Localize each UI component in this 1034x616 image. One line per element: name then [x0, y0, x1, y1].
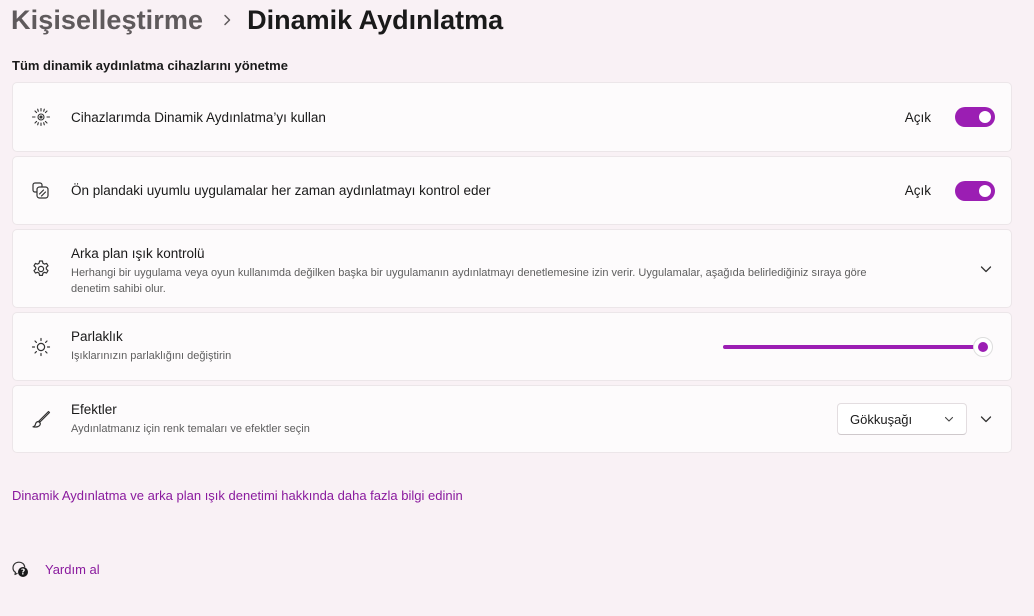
toggle-knob	[979, 111, 991, 123]
page-title: Dinamik Aydınlatma	[247, 4, 504, 35]
chevron-down-icon	[944, 416, 954, 422]
use-on-devices-toggle[interactable]	[955, 107, 995, 127]
setting-background-control[interactable]: Arka plan ışık kontrolü Herhangi bir uyg…	[12, 229, 1012, 308]
setting-description: Işıklarınızın parlaklığını değiştirin	[71, 350, 232, 362]
setting-title: Cihazlarımda Dinamik Aydınlatma’yı kulla…	[71, 109, 326, 125]
chevron-right-icon	[221, 14, 233, 26]
setting-description: Aydınlatmanız için renk temaları ve efek…	[71, 422, 310, 435]
help-link-row[interactable]: ? Yardım al	[11, 560, 100, 578]
dropdown-value: Gökkuşağı	[850, 411, 913, 427]
apps-overlap-icon	[30, 180, 52, 202]
lighting-icon	[30, 106, 52, 128]
help-link[interactable]: Yardım al	[45, 562, 100, 577]
desc-line: Herhangi bir uygulama veya oyun kullanım…	[71, 267, 867, 279]
breadcrumb-parent[interactable]: Kişiselleştirme	[11, 5, 203, 36]
gear-icon	[30, 258, 52, 280]
brightness-slider[interactable]	[723, 336, 993, 357]
setting-brightness: Parlaklık Işıklarınızın parlaklığını değ…	[12, 312, 1012, 381]
brush-icon	[30, 408, 52, 430]
svg-text:?: ?	[21, 568, 25, 577]
slider-track	[723, 344, 983, 349]
setting-title: Ön plandaki uyumlu uygulamalar her zaman…	[71, 183, 491, 198]
slider-thumb[interactable]	[973, 336, 993, 357]
toggle-knob	[979, 184, 991, 197]
desc-line: denetim sahibi olur.	[71, 283, 166, 295]
setting-description: Herhangi bir uygulama veya oyun kullanım…	[71, 265, 867, 297]
toggle-state-label: Açık	[904, 109, 931, 125]
foreground-apps-toggle[interactable]	[955, 180, 995, 201]
effects-dropdown[interactable]: Gökkuşağı	[837, 403, 967, 435]
settings-page: Kişiselleştirme Dinamik Aydınlatma Tüm d…	[0, 0, 1034, 616]
setting-use-on-devices: Cihazlarımda Dinamik Aydınlatma’yı kulla…	[12, 82, 1012, 152]
breadcrumb: Kişiselleştirme Dinamik Aydınlatma	[11, 3, 503, 37]
chevron-down-icon[interactable]	[979, 262, 993, 276]
sun-icon	[30, 336, 52, 358]
toggle-state-label: Açık	[904, 183, 931, 198]
chevron-down-icon[interactable]	[979, 412, 993, 426]
setting-title: Arka plan ışık kontrolü	[71, 246, 205, 261]
help-icon: ?	[12, 561, 28, 577]
section-title: Tüm dinamik aydınlatma cihazlarını yönet…	[12, 58, 288, 73]
setting-effects[interactable]: Efektler Aydınlatmanız için renk temalar…	[12, 385, 1012, 453]
setting-title: Parlaklık	[71, 329, 123, 344]
setting-title: Efektler	[71, 401, 117, 417]
learn-more-link[interactable]: Dinamik Aydınlatma ve arka plan ışık den…	[12, 488, 463, 503]
setting-foreground-apps: Ön plandaki uyumlu uygulamalar her zaman…	[12, 156, 1012, 225]
